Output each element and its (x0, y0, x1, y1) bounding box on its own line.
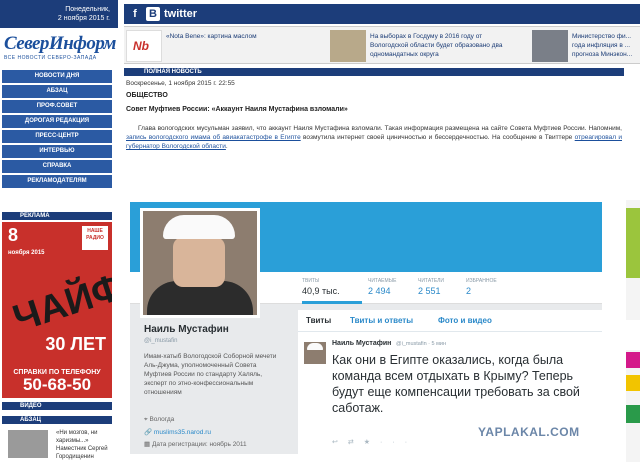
tweet-actions: ↩⇄★··· (332, 438, 417, 446)
profile-website: 🔗 muslims35.narod.ru (144, 429, 211, 436)
stat-value: 2 (466, 286, 472, 296)
ad-phone: 50-68-50 (22, 375, 92, 394)
video-section-label: ВИДЕО (2, 402, 112, 410)
nav-item-news[interactable]: НОВОСТИ ДНЯ (2, 70, 112, 83)
article-rubric[interactable]: ОБЩЕСТВО (126, 92, 168, 99)
tab-tweets-replies: Твиты и ответы (350, 316, 414, 325)
site-logo[interactable]: СеверИнформ ВСЕ НОВОСТИ СЕВЕРО-ЗАПАДА (4, 34, 116, 64)
ad-date: 8 ноября 2015 (8, 226, 45, 262)
news-thumb: Nb (126, 30, 162, 62)
tweet-text: Как они в Египте оказались, когда была к… (332, 353, 580, 415)
profile-name: Наиль Мустафин (144, 324, 229, 335)
right-banner (626, 208, 640, 278)
nav-item-abzac[interactable]: АБЗАЦ (2, 85, 112, 98)
right-column-edge (626, 200, 640, 462)
location-text: Вологда (149, 416, 175, 423)
profile-bio: Имам-хатыб Вологодской Соборной мечети А… (144, 353, 277, 396)
abzac-quote[interactable]: «Ни мозгов, ни харизмы...» Наместник Сер… (4, 427, 116, 461)
news-thumb (330, 30, 366, 62)
avatar-face (173, 237, 225, 287)
news-item[interactable]: Министерство фи... года инфляция в ... п… (532, 30, 640, 62)
tab-tweets: Твиты (306, 316, 332, 325)
profile-joined: ▦ Дата регистрации: ноябрь 2011 (144, 441, 247, 448)
article-text: . (225, 143, 228, 150)
concert-ad-banner[interactable]: 8 ноября 2015 НАШЕ РАДИО ЧАЙФ 30 ЛЕТ СПР… (2, 222, 112, 398)
profile-avatar (140, 208, 260, 318)
ad-day: 8 (8, 225, 19, 245)
article-link-crash-post[interactable]: запись вологодского имама об авиакатастр… (126, 134, 301, 141)
feed-tabs: Твиты Твиты и ответы Фото и видео (298, 310, 602, 332)
retweet-icon: ⇄ (347, 439, 364, 446)
abzac-section-label: АБЗАЦ (2, 416, 112, 424)
right-banner (626, 405, 640, 423)
profile-location: ⌖ Вологда (144, 416, 175, 423)
full-news-label: ПОЛНАЯ НОВОСТЬ (124, 68, 624, 76)
stat-tweets: ТВИТЫ 40,9 тыс. (302, 278, 362, 304)
tweet-handle: @i_mustafin · 5 мин (396, 341, 447, 347)
news-thumb (532, 30, 568, 62)
nav-item-interview[interactable]: ИНТЕРВЬЮ (2, 145, 112, 158)
current-date: 2 ноября 2015 г. (57, 15, 110, 22)
logo-text: СеверИнформ (4, 33, 116, 54)
avatar-photo (143, 211, 257, 315)
article-datetime: Воскресенье, 1 ноября 2015 г. 22:55 (126, 80, 235, 87)
ad-section-label: РЕКЛАМА (2, 212, 112, 220)
news-text: Министерство фи... года инфляция в ... п… (572, 33, 633, 58)
nav-item-redaction[interactable]: ДОРОГАЯ РЕДАКЦИЯ (2, 115, 112, 128)
news-text: На выборах в Госдуму в 2016 году от Воло… (370, 33, 503, 58)
nav-item-profsovet[interactable]: ПРОФ.СОВЕТ (2, 100, 112, 113)
logo-tagline: ВСЕ НОВОСТИ СЕВЕРО-ЗАПАДА (4, 55, 97, 61)
more-icon: ··· (380, 439, 418, 446)
date-box: Понедельник, 2 ноября 2015 г. (0, 0, 118, 28)
weekday: Понедельник, (65, 6, 110, 13)
article-body: Глава вологодских мусульман заявил, что … (126, 124, 622, 151)
like-icon: ★ (363, 439, 381, 446)
nav-item-reference[interactable]: СПРАВКА (2, 160, 112, 173)
article-headline: Совет Муфтиев России: «Аккаунт Наиля Мус… (126, 106, 348, 113)
article-text: возмутила интернет своей циничностью и б… (300, 134, 575, 141)
article-text: Глава вологодских мусульман заявил, что … (138, 125, 622, 132)
right-banner (626, 352, 640, 368)
left-column: Понедельник, 2 ноября 2015 г. СеверИнфор… (0, 0, 118, 462)
news-item[interactable]: Nb «Nota Bene»: картина маслом (126, 30, 322, 62)
joined-text: Дата регистрации: ноябрь 2011 (151, 441, 247, 448)
facebook-icon[interactable]: f (128, 7, 142, 21)
nav-item-press[interactable]: ПРЕСС-ЦЕНТР (2, 130, 112, 143)
quote-photo (8, 430, 48, 458)
ad-anniversary: 30 ЛЕТ (45, 334, 106, 354)
ad-month: ноября 2015 (8, 250, 45, 256)
news-item[interactable]: На выборах в Госдуму в 2016 году от Воло… (330, 30, 526, 62)
reply-icon: ↩ (332, 439, 348, 446)
profile-handle: @i_mustafin (144, 338, 178, 344)
social-bar: f B twitter (124, 4, 640, 24)
right-banner (626, 375, 640, 391)
right-banner (626, 320, 640, 350)
stat-likes: ИЗБРАННОЕ 2 (466, 278, 526, 296)
vk-icon[interactable]: B (146, 7, 160, 21)
radio-logo: НАШЕ РАДИО (82, 226, 108, 250)
avatar-hat (163, 215, 235, 239)
stat-label: ИЗБРАННОЕ (466, 278, 497, 284)
twitter-icon[interactable]: twitter (164, 7, 197, 21)
stat-label: ТВИТЫ (302, 278, 320, 284)
watermark: YAPLAKAL.COM (478, 425, 580, 439)
news-text: «Nota Bene»: картина маслом (166, 33, 257, 40)
news-ticker: Nb «Nota Bene»: картина маслом На выбора… (124, 26, 640, 64)
website-text: muslims35.narod.ru (153, 429, 211, 436)
tab-media: Фото и видео (438, 316, 492, 325)
quote-body: «Ни мозгов, ни харизмы...» (56, 430, 98, 444)
nota-bene-logo: Nb (133, 39, 149, 53)
quote-text: «Ни мозгов, ни харизмы...» Наместник Сер… (56, 429, 116, 461)
ad-band-title: ЧАЙФ (8, 265, 112, 341)
nav-item-advertisers[interactable]: РЕКЛАМОДАТЕЛЯМ (2, 175, 112, 188)
twitter-profile-screenshot: ТВИТЫ 40,9 тыс. ЧИТАЕМЫЕ 2 494 ЧИТАТЕЛИ … (130, 202, 602, 454)
quote-author: Наместник Сергей Городищенин (56, 446, 108, 460)
main-nav: НОВОСТИ ДНЯ АБЗАЦ ПРОФ.СОВЕТ ДОРОГАЯ РЕД… (2, 70, 112, 190)
tweet-avatar (304, 342, 326, 364)
tweet-author: Наиль Мустафин (332, 340, 392, 347)
stat-value: 40,9 тыс. (302, 286, 340, 296)
